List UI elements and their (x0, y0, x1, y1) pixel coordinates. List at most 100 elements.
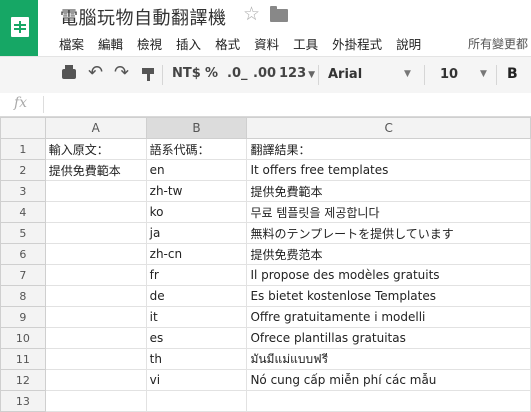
sheet-table: A B C 1 輸入原文： 語系代碼： 翻譯結果： 2 提供免費範本 en It offers… (0, 117, 531, 412)
row-header[interactable]: 6 (0, 243, 46, 265)
sheets-logo[interactable] (0, 0, 38, 56)
menu-addons[interactable]: 外掛程式 (332, 34, 382, 53)
cell-c[interactable] (246, 390, 531, 412)
cell-c[interactable]: 翻譯結果： (246, 138, 531, 160)
row-header[interactable]: 7 (0, 264, 46, 286)
menu-file[interactable]: 檔案 (59, 34, 84, 53)
cell-b[interactable]: fr (145, 264, 248, 286)
cell-b[interactable]: th (145, 348, 248, 370)
font-family-select[interactable]: Arial (328, 67, 362, 82)
document-title[interactable]: 電腦玩物自動翻譯機 (60, 4, 227, 30)
cell-b[interactable]: de (145, 285, 248, 307)
cell-c[interactable]: It offers free templates (246, 159, 531, 181)
cell-a[interactable] (44, 306, 147, 328)
table-row: 10 es Ofrece plantillas gratuitas (0, 327, 531, 349)
cell-a[interactable] (44, 201, 147, 223)
cell-b[interactable]: zh-cn (145, 243, 248, 265)
cell-c[interactable]: Nó cung cấp miễn phí các mẫu (246, 369, 531, 391)
row-header[interactable]: 11 (0, 348, 46, 370)
cell-b[interactable]: ko (145, 201, 248, 223)
row-header[interactable]: 1 (0, 138, 46, 160)
table-row: 5 ja 無料のテンプレートを提供しています (0, 222, 531, 244)
row-header[interactable]: 3 (0, 180, 46, 202)
cell-a[interactable] (44, 369, 147, 391)
chevron-down-icon[interactable]: ▼ (480, 69, 487, 79)
cell-c[interactable]: Ofrece plantillas gratuitas (246, 327, 531, 349)
table-row: 1 輸入原文： 語系代碼： 翻譯結果： (0, 138, 531, 160)
cell-c[interactable]: 提供免費範本 (246, 180, 531, 202)
row-header[interactable]: 13 (0, 390, 46, 412)
menu-data[interactable]: 資料 (254, 34, 279, 53)
table-row: 9 it Offre gratuitamente i modelli (0, 306, 531, 328)
decrease-decimal-button[interactable]: .0_ (227, 66, 247, 81)
menu-insert[interactable]: 插入 (176, 34, 201, 53)
menu-format[interactable]: 格式 (215, 34, 240, 53)
cell-a[interactable] (44, 180, 147, 202)
folder-icon[interactable] (270, 6, 288, 22)
cell-c[interactable]: 提供免费范本 (246, 243, 531, 265)
bold-button[interactable]: B (507, 66, 518, 82)
chevron-down-icon: ▼ (308, 70, 316, 80)
star-icon[interactable]: ☆ (243, 3, 260, 25)
cell-c[interactable]: Il propose des modèles gratuits (246, 264, 531, 286)
table-row: 4 ko 무료 템플릿을 제공합니다 (0, 201, 531, 223)
cell-b[interactable]: zh-tw (145, 180, 248, 202)
row-header[interactable]: 10 (0, 327, 46, 349)
cell-a[interactable] (44, 285, 147, 307)
percent-format-button[interactable]: % (205, 66, 218, 81)
font-size-select[interactable]: 10 (440, 67, 458, 82)
currency-format-button[interactable]: NT$ (172, 66, 201, 81)
cell-a[interactable] (44, 222, 147, 244)
menu-help[interactable]: 說明 (396, 34, 421, 53)
paint-format-icon[interactable] (142, 68, 154, 81)
print-icon[interactable] (62, 65, 76, 79)
cell-b[interactable]: ja (145, 222, 248, 244)
cell-c[interactable]: 무료 템플릿을 제공합니다 (246, 201, 531, 223)
redo-icon[interactable]: ↷ (114, 62, 129, 83)
cell-c[interactable]: Offre gratuitamente i modelli (246, 306, 531, 328)
cell-b[interactable]: it (145, 306, 248, 328)
cell-a[interactable]: 提供免費範本 (44, 159, 147, 181)
cell-a[interactable] (44, 327, 147, 349)
increase-decimal-button[interactable]: .00 (253, 66, 276, 81)
more-formats-label: 123 (279, 66, 307, 81)
menu-edit[interactable]: 編輯 (98, 34, 123, 53)
toolbar-divider (496, 65, 497, 85)
undo-icon[interactable]: ↶ (88, 62, 103, 83)
cell-b[interactable]: es (145, 327, 248, 349)
sheet-body: 1 輸入原文： 語系代碼： 翻譯結果： 2 提供免費範本 en It offers free … (0, 138, 531, 412)
select-all-corner[interactable] (0, 117, 46, 139)
menu-view[interactable]: 檢視 (137, 34, 162, 53)
table-row: 13 (0, 390, 531, 412)
column-header-c[interactable]: C (246, 117, 531, 139)
menu-tools[interactable]: 工具 (293, 34, 318, 53)
cell-a[interactable] (44, 390, 147, 412)
row-header[interactable]: 9 (0, 306, 46, 328)
table-row: 7 fr Il propose des modèles gratuits (0, 264, 531, 286)
chevron-down-icon[interactable]: ▼ (404, 69, 411, 79)
column-header-b[interactable]: B (145, 117, 248, 139)
cell-b[interactable]: 語系代碼： (145, 138, 248, 160)
cell-a[interactable] (44, 243, 147, 265)
row-header[interactable]: 4 (0, 201, 46, 223)
table-row: 8 de Es bietet kostenlose Templates (0, 285, 531, 307)
formula-divider (43, 96, 44, 113)
more-formats-button[interactable]: 123 ▼ (279, 66, 315, 81)
cell-b[interactable] (145, 390, 248, 412)
fx-icon: fx (14, 95, 28, 111)
row-header[interactable]: 8 (0, 285, 46, 307)
column-header-a[interactable]: A (44, 117, 147, 139)
cell-b[interactable]: vi (145, 369, 248, 391)
cell-c[interactable]: Es bietet kostenlose Templates (246, 285, 531, 307)
row-header[interactable]: 2 (0, 159, 46, 181)
formula-input[interactable] (50, 96, 524, 115)
cell-a[interactable]: 輸入原文： (44, 138, 147, 160)
row-header[interactable]: 12 (0, 369, 46, 391)
cell-c[interactable]: มันมีแม่แบบฟรี (246, 348, 531, 370)
cell-c[interactable]: 無料のテンプレートを提供しています (246, 222, 531, 244)
cell-a[interactable] (44, 264, 147, 286)
cell-b[interactable]: en (145, 159, 248, 181)
formula-bar: fx (0, 93, 531, 117)
row-header[interactable]: 5 (0, 222, 46, 244)
cell-a[interactable] (44, 348, 147, 370)
